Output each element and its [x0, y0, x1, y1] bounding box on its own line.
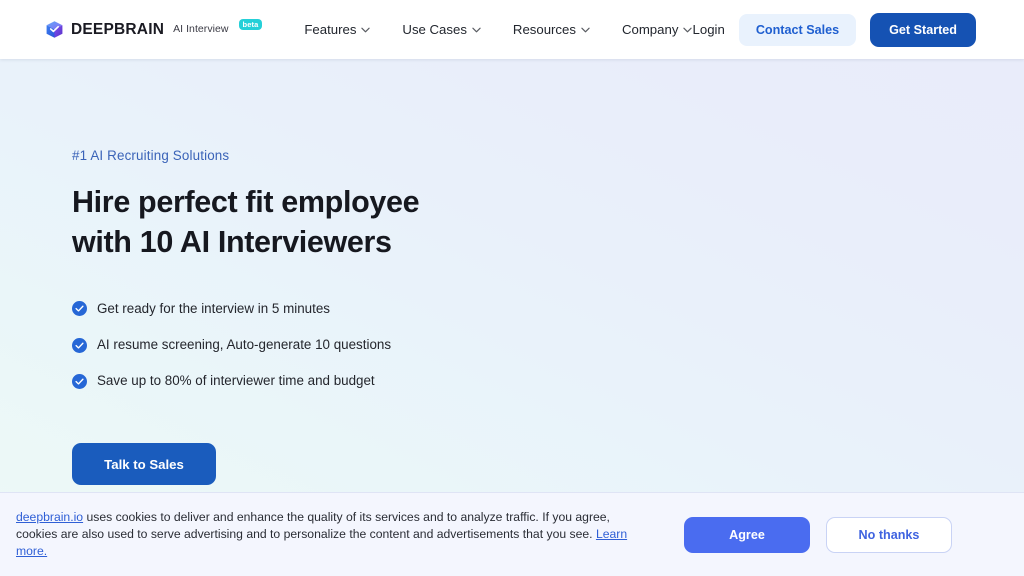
cookie-banner-actions: Agree No thanks [684, 516, 952, 553]
deepbrain-domain-link[interactable]: deepbrain.io [16, 510, 83, 524]
main-nav-links: Features Use Cases Resources Company [304, 22, 693, 37]
nav-item-label: Features [304, 22, 357, 37]
no-thanks-button[interactable]: No thanks [826, 516, 952, 553]
list-item: Get ready for the interview in 5 minutes [72, 301, 592, 317]
check-circle-icon [72, 301, 87, 317]
contact-sales-button[interactable]: Contact Sales [738, 13, 857, 46]
headline-line-2: with 10 AI Interviewers [72, 224, 392, 259]
nav-item-company[interactable]: Company [621, 22, 693, 37]
page-background: DEEPBRAIN AI Interview beta Features Use… [0, 0, 1024, 576]
nav-item-label: Resources [512, 22, 576, 37]
nav-item-label: Use Cases [402, 22, 467, 37]
cookie-consent-banner: deepbrain.io uses cookies to deliver and… [0, 492, 1024, 576]
hero-section: #1 AI Recruiting Solutions Hire perfect … [72, 148, 592, 486]
brand-logo[interactable]: DEEPBRAIN AI Interview beta [45, 19, 263, 39]
chevron-down-icon [581, 27, 590, 32]
top-navigation-bar: DEEPBRAIN AI Interview beta Features Use… [0, 0, 1024, 59]
nav-actions: Login Contact Sales Get Started [693, 12, 976, 47]
brand-name: DEEPBRAIN [71, 20, 165, 38]
nav-item-resources[interactable]: Resources [513, 22, 590, 37]
deepbrain-cube-logo-icon [46, 21, 63, 38]
check-circle-icon [72, 373, 87, 389]
list-item-label: AI resume screening, Auto-generate 10 qu… [97, 336, 392, 352]
brand-subtitle: AI Interview [173, 23, 229, 36]
chevron-down-icon [472, 27, 481, 32]
list-item-label: Get ready for the interview in 5 minutes [97, 300, 330, 316]
chevron-down-icon [683, 27, 693, 32]
beta-badge: beta [238, 19, 263, 30]
hero-feature-list: Get ready for the interview in 5 minutes… [72, 301, 592, 389]
page-title: Hire perfect fit employee with 10 AI Int… [72, 183, 592, 263]
get-started-button[interactable]: Get Started [870, 12, 976, 47]
talk-to-sales-button[interactable]: Talk to Sales [72, 443, 216, 486]
list-item: AI resume screening, Auto-generate 10 qu… [72, 337, 592, 353]
cookie-banner-body: uses cookies to deliver and enhance the … [16, 509, 610, 541]
check-circle-icon [72, 337, 87, 353]
chevron-down-icon [361, 27, 371, 32]
list-item: Save up to 80% of interviewer time and b… [72, 373, 592, 389]
nav-item-use-cases[interactable]: Use Cases [402, 22, 481, 37]
nav-item-features[interactable]: Features [304, 22, 371, 37]
headline-line-1: Hire perfect fit employee [72, 185, 420, 219]
nav-item-label: Company [621, 22, 679, 37]
cookie-banner-text: deepbrain.io uses cookies to deliver and… [16, 509, 646, 561]
login-link[interactable]: Login [693, 22, 725, 37]
hero-eyebrow: #1 AI Recruiting Solutions [72, 148, 230, 163]
list-item-label: Save up to 80% of interviewer time and b… [97, 373, 375, 389]
agree-button[interactable]: Agree [684, 516, 810, 553]
